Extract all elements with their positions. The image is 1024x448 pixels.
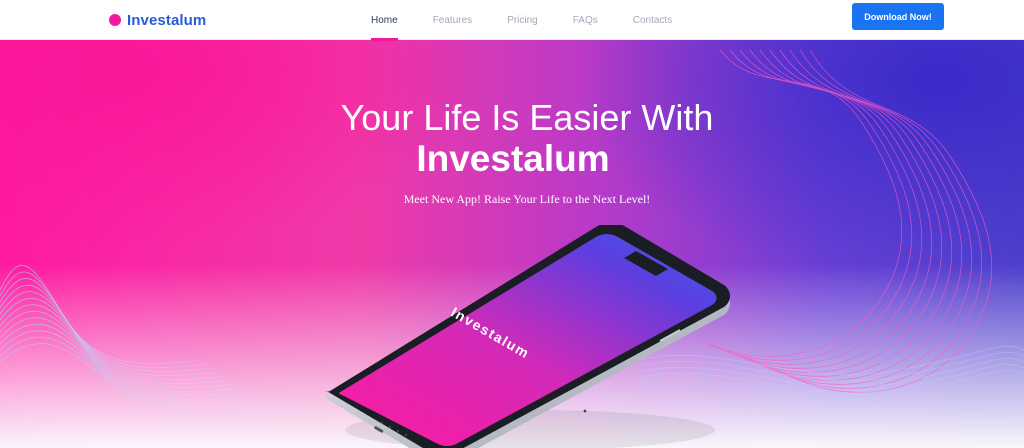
hero-section: Your Life Is Easier With Investalum Meet… bbox=[0, 40, 1024, 448]
brand-logo[interactable]: Investalum bbox=[109, 7, 206, 33]
phone-mockup: Investalum bbox=[320, 222, 740, 448]
nav-features[interactable]: Features bbox=[417, 0, 488, 40]
download-now-button[interactable]: Download Now! bbox=[852, 3, 944, 30]
nav-contacts[interactable]: Contacts bbox=[617, 0, 688, 40]
top-navbar: Investalum Home Features Pricing FAQs Co… bbox=[0, 0, 1024, 41]
nav-faqs[interactable]: FAQs bbox=[557, 0, 614, 40]
main-nav: Home Features Pricing FAQs Contacts bbox=[355, 0, 691, 41]
brand-name: Investalum bbox=[127, 11, 207, 29]
hero-title: Your Life Is Easier With Investalum bbox=[0, 98, 1024, 180]
hero-title-line1: Your Life Is Easier With bbox=[340, 97, 714, 138]
brand-dot-icon bbox=[109, 14, 121, 26]
nav-home[interactable]: Home bbox=[355, 0, 414, 41]
hero-title-brand: Investalum bbox=[416, 138, 610, 179]
nav-pricing[interactable]: Pricing bbox=[491, 0, 554, 40]
hero-subtitle: Meet New App! Raise Your Life to the Nex… bbox=[403, 192, 651, 206]
left-wave-lines bbox=[0, 265, 273, 413]
